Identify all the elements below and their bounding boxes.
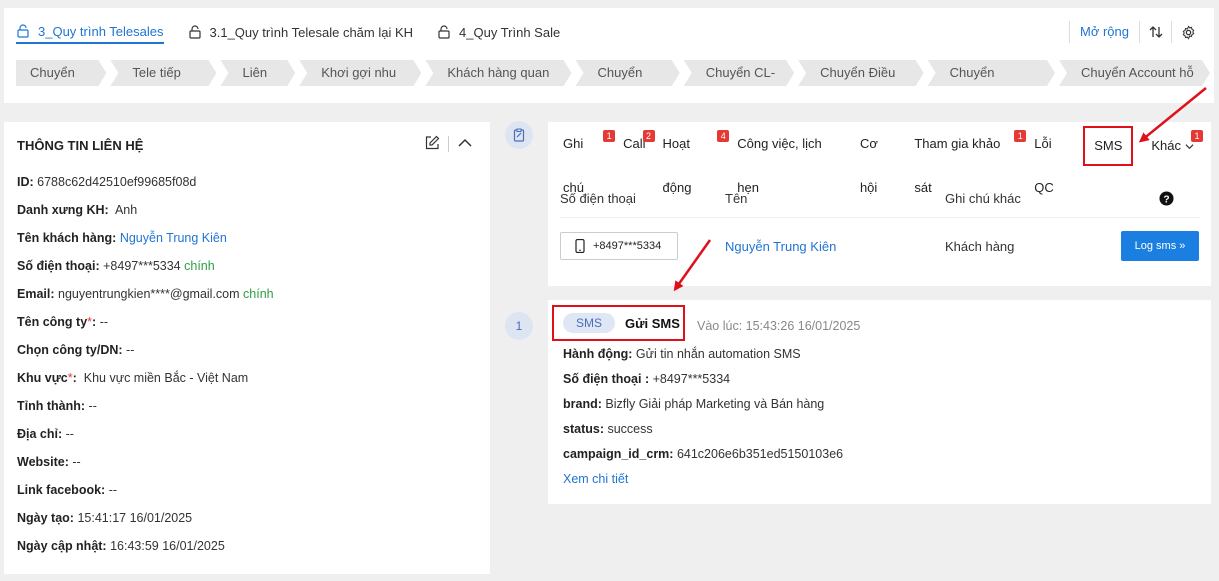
top-toolbar: Mở rộng	[1069, 20, 1204, 44]
stage-bar: Chuyển Tele Tele tiếp nhận Liên lạc Khơi…	[16, 60, 1214, 86]
stage-step[interactable]: Khơi gợi nhu cầu	[299, 60, 421, 86]
field-phone: Số điện thoại: +8497***5334 chính	[17, 259, 215, 273]
expand-button[interactable]: Mở rộng	[1069, 21, 1140, 43]
stage-step[interactable]: Chuyển Tele	[16, 60, 106, 86]
stage-step[interactable]: Chuyển Marketing	[928, 60, 1055, 86]
activity-panel: Ghi chú 1 Call 2 Hoạt động 4 Công việc, lịc…	[548, 122, 1211, 286]
panel-title: THÔNG TIN LIÊN HỆ	[17, 137, 144, 153]
customer-name-link[interactable]: Nguyễn Trung Kiên	[120, 231, 227, 245]
activity-tabs: Ghi chú 1 Call 2 Hoạt động 4 Công việc, lịc…	[548, 122, 1211, 195]
stage-step[interactable]: Chuyển Account hỗ trợ	[1059, 60, 1210, 86]
help-icon[interactable]: ?	[1159, 191, 1174, 206]
clipboard-icon	[505, 121, 533, 149]
stage-step[interactable]: Chuyển CL-Fill	[684, 60, 794, 86]
entry-timestamp: Vào lúc: 15:43:26 16/01/2025	[697, 319, 861, 333]
column-header: Ghi chú khác	[945, 191, 1021, 206]
entry-header: SMS Gửi SMS	[552, 305, 685, 341]
pipeline-tab-telesale-care[interactable]: 3.1_Quy trình Telesale chăm lại KH	[188, 20, 414, 44]
timeline-entry: SMS Gửi SMS Vào lúc: 15:43:26 16/01/2025…	[548, 300, 1211, 504]
stage-step[interactable]: Chuyển Điều phối	[798, 60, 923, 86]
tab-activity[interactable]: Hoạt động 4	[663, 122, 730, 195]
count-badge: 4	[717, 130, 730, 142]
view-detail-link[interactable]: Xem chi tiết	[563, 467, 843, 492]
tab-sms[interactable]: SMS	[1083, 126, 1134, 166]
sms-table-header: Số điện thoại Tên Ghi chú khác ?	[560, 180, 1200, 218]
field-choose-company: Chọn công ty/DN: --	[17, 343, 135, 357]
field-created-date: Ngày tạo: 15:41:17 16/01/2025	[17, 511, 193, 525]
stage-step[interactable]: Khách hàng quan tâm	[425, 60, 571, 86]
count-badge: 1	[603, 130, 616, 142]
field-updated-date: Ngày cập nhật: 16:43:59 16/01/2025	[17, 539, 225, 553]
unlock-icon	[16, 24, 30, 38]
entry-brand: brand: Bizfly Giải pháp Marketing và Bán…	[563, 397, 825, 411]
table-row: +8497***5334 Nguyễn Trung Kiên Khách hàn…	[560, 226, 1200, 266]
pipeline-tab-sale[interactable]: 4_Quy Trình Sale	[437, 20, 560, 44]
chevron-down-icon	[1185, 142, 1194, 151]
svg-text:?: ?	[1163, 194, 1169, 205]
unlock-icon	[188, 25, 202, 39]
pipeline-tab-label: 4_Quy Trình Sale	[459, 24, 561, 40]
stage-step[interactable]: Chuyển sales	[576, 60, 680, 86]
tab-opportunities[interactable]: Cơ hội	[860, 122, 897, 195]
pipeline-tab-label: 3_Quy trình Telesales	[38, 23, 164, 39]
gear-icon[interactable]	[1172, 21, 1204, 43]
phone-chip[interactable]: +8497***5334	[560, 232, 678, 260]
pipeline-tabs: 3_Quy trình Telesales 3.1_Quy trình Tele…	[16, 20, 584, 44]
field-id: ID: 6788c62d42510ef99685f08d	[17, 175, 197, 189]
note-value: Khách hàng	[945, 238, 1015, 254]
tab-more[interactable]: Khác 1	[1151, 122, 1203, 170]
chevron-up-icon[interactable]	[457, 135, 473, 154]
field-email: Email: nguyentrungkien****@gmail.com chí…	[17, 287, 274, 301]
entry-phone: Số điện thoại : +8497***5334	[563, 372, 731, 386]
count-badge: 2	[642, 130, 655, 142]
field-address: Địa chỉ: --	[17, 427, 74, 441]
field-province: Tỉnh thành: --	[17, 399, 97, 413]
field-facebook: Link facebook: --	[17, 483, 118, 497]
tab-call[interactable]: Call 2	[623, 122, 655, 170]
sms-type-pill: SMS	[563, 313, 616, 333]
customer-name-link[interactable]: Nguyễn Trung Kiên	[725, 239, 945, 254]
stage-step[interactable]: Tele tiếp nhận	[110, 60, 216, 86]
field-customer-name: Tên khách hàng: Nguyễn Trung Kiên	[17, 231, 227, 245]
tab-tasks[interactable]: Công việc, lịch hẹn	[737, 122, 843, 195]
count-badge: 1	[1191, 130, 1203, 142]
entry-campaign: campaign_id_crm: 641c206e6b351ed5150103e…	[563, 447, 844, 461]
tab-notes[interactable]: Ghi chú 1	[563, 122, 616, 195]
sort-icon[interactable]	[1140, 21, 1172, 43]
stage-step[interactable]: Liên lạc	[220, 60, 295, 86]
mobile-phone-icon	[575, 239, 585, 253]
column-header: Số điện thoại	[560, 191, 636, 206]
field-region: Khu vực*: Khu vực miền Bắc - Việt Nam	[17, 371, 249, 385]
field-salutation: Danh xưng KH: Anh	[17, 203, 138, 217]
contact-info-panel: THÔNG TIN LIÊN HỆ ID: 6788c62d42510ef996…	[4, 122, 490, 574]
column-header: Tên	[725, 191, 748, 206]
unlock-icon	[437, 25, 451, 39]
log-sms-button[interactable]: Log sms »	[1121, 231, 1199, 261]
field-website: Website: --	[17, 455, 81, 469]
entry-action: Hành động: Gửi tin nhắn automation SMS	[563, 347, 801, 361]
pipeline-panel: 3_Quy trình Telesales 3.1_Quy trình Tele…	[4, 8, 1214, 103]
pipeline-tab-telesales[interactable]: 3_Quy trình Telesales	[16, 20, 164, 44]
edit-icon[interactable]	[424, 135, 440, 154]
pipeline-tab-label: 3.1_Quy trình Telesale chăm lại KH	[209, 24, 414, 40]
tab-qc-errors[interactable]: Lỗi QC	[1034, 122, 1073, 195]
entry-title: Gửi SMS	[625, 315, 680, 331]
field-company: Tên công ty*: --	[17, 315, 109, 329]
tab-survey[interactable]: Tham gia khảo sát 1	[914, 122, 1027, 195]
count-badge: 1	[1014, 130, 1027, 142]
timeline-index: 1	[505, 312, 533, 340]
entry-status: status: success	[563, 422, 653, 436]
